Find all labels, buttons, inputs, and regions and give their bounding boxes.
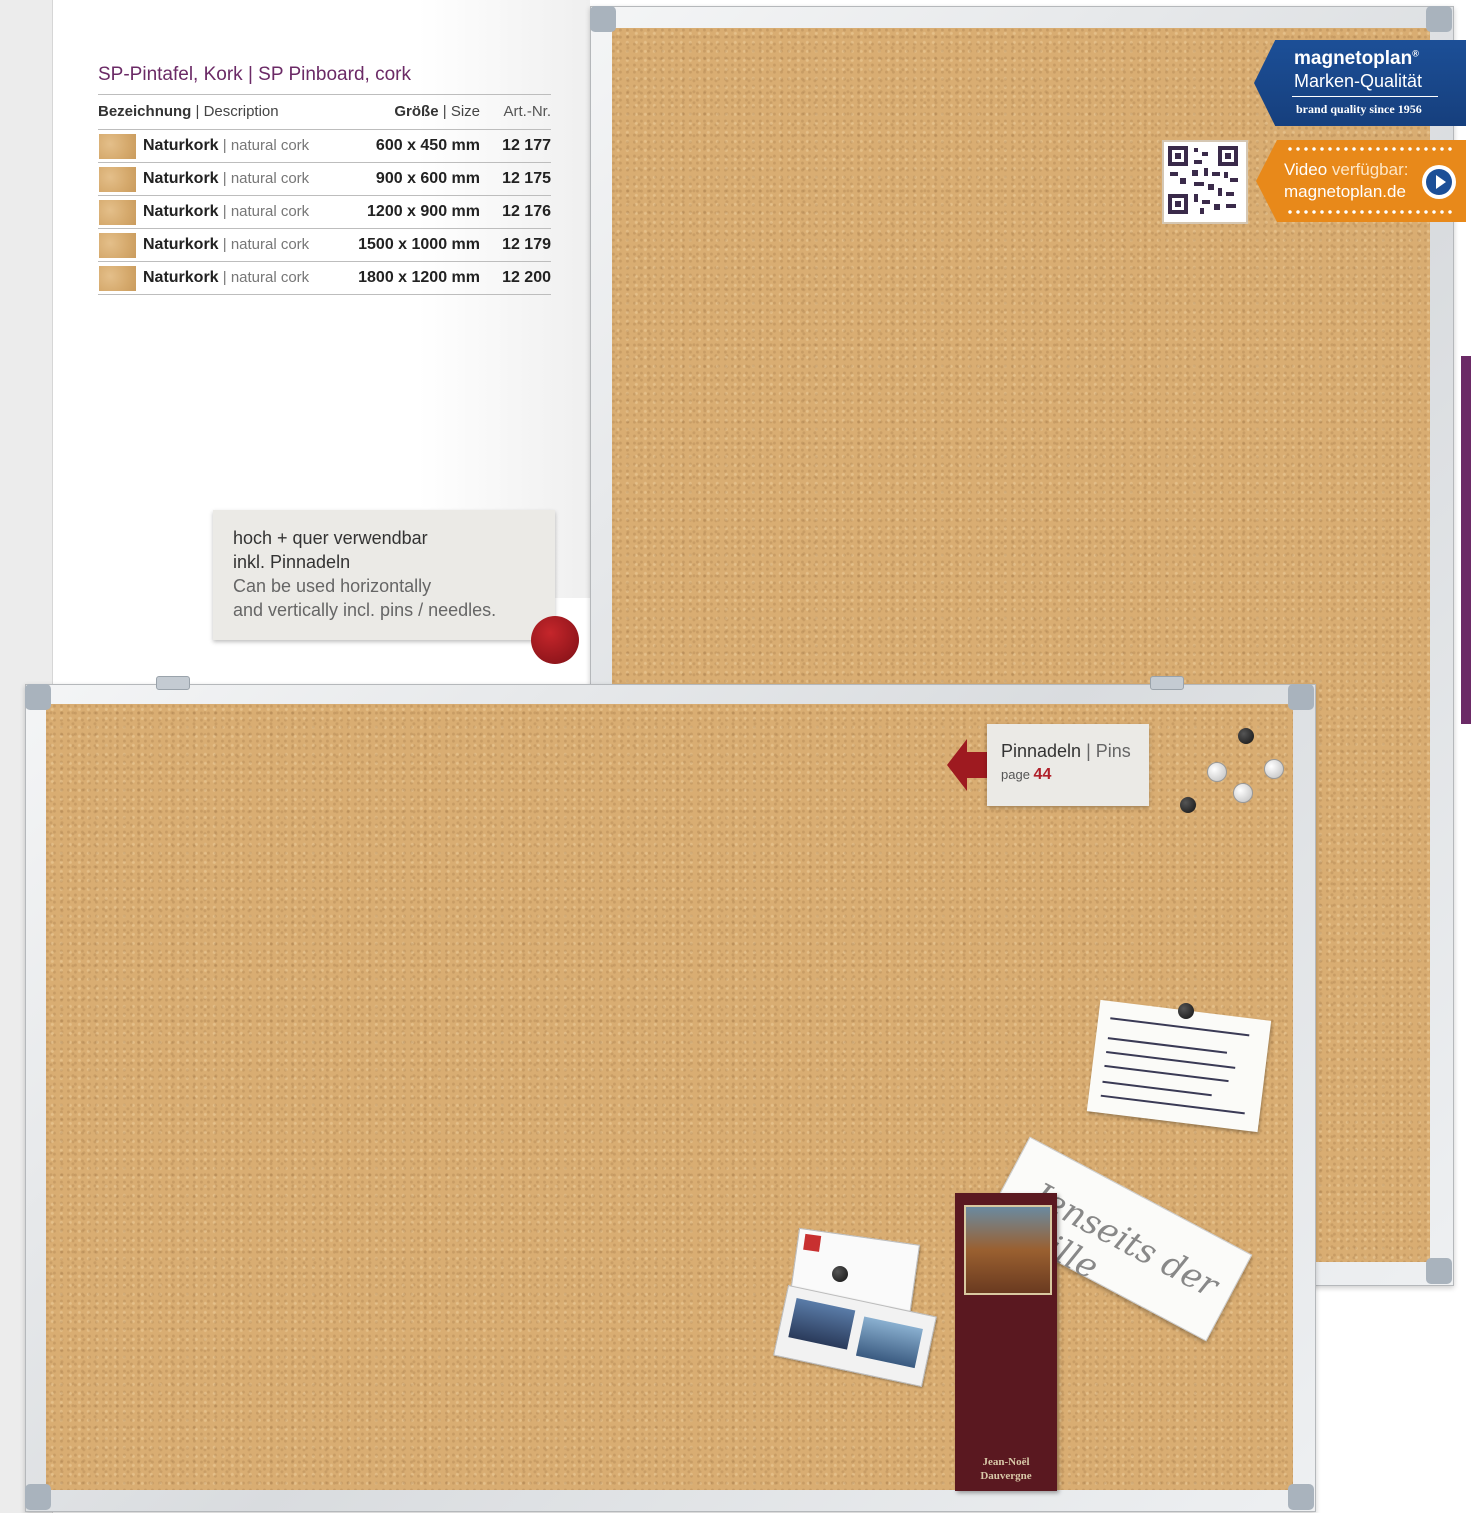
video-label: Video verfügbar: [1284,160,1409,179]
cork-swatch [99,200,136,225]
product-table: Bezeichnung | Description Größe | Size A… [98,94,551,295]
handwriting-line [1106,1051,1236,1069]
usage-note-card: hoch + quer verwendbar inkl. Pinnadeln C… [213,510,555,640]
cork-swatch [99,167,136,192]
video-site-link[interactable]: magnetoplan.de [1284,182,1406,202]
note-line-de-1: hoch + quer verwendbar [233,528,428,548]
pin-icon [1233,783,1253,803]
handwriting-line [1104,1064,1229,1083]
handwriting-line [1107,1037,1228,1054]
row-description: Naturkork | natural cork [143,269,310,286]
row-article-number: 12 175 [502,170,551,187]
pin-icon [1264,759,1284,779]
badge-divider [1292,96,1438,97]
product-title: SP-Pintafel, Kork | SP Pinboard, cork [98,64,411,86]
table-row: Naturkork | natural cork 1500 x 1000 mm … [98,229,551,262]
qr-code[interactable] [1162,140,1248,224]
table-row: Naturkork | natural cork 900 x 600 mm 12… [98,163,551,196]
row-article-number: 12 176 [502,203,551,220]
chapter-tab [1461,356,1471,724]
brand-name: magnetoplan® [1294,48,1419,69]
row-size: 1200 x 900 mm [367,203,480,220]
brand-quality-badge: magnetoplan® Marken-Qualität brand quali… [1254,40,1466,126]
background-panel [18,0,590,598]
note-line-de-2: inkl. Pinnadeln [233,552,351,572]
note-line-en-2: and vertically incl. pins / needles. [233,600,497,620]
table-row: Naturkork | natural cork 1200 x 900 mm 1… [98,196,551,229]
frame-corner [25,684,51,710]
title-en: SP Pinboard, cork [258,64,411,85]
title-de: SP-Pintafel, Kork [98,64,243,85]
row-size: 1500 x 1000 mm [358,236,480,253]
row-description: Naturkork | natural cork [143,236,310,253]
frame-corner [590,6,616,32]
row-size: 600 x 450 mm [375,137,480,154]
row-size: 900 x 600 mm [375,170,480,187]
pin-icon [1180,797,1196,813]
row-size: 1800 x 1200 mm [358,269,480,286]
note-marker-dot [531,616,579,664]
frame-corner [1426,1258,1452,1284]
handwriting-line [1110,1017,1250,1037]
pin-icon [1238,728,1254,744]
badge-dots-top [1286,147,1456,151]
header-size: Größe | Size [394,103,480,120]
table-row: Naturkork | natural cork 600 x 450 mm 12… [98,130,551,163]
bookmark: Jean-Noël Dauvergne [955,1193,1057,1491]
row-description: Naturkork | natural cork [143,170,310,187]
row-description: Naturkork | natural cork [143,137,310,154]
brand-since-label: brand quality since 1956 [1296,102,1422,116]
table-header: Bezeichnung | Description Größe | Size A… [98,94,551,130]
pins-label: Pinnadeln | Pins [1001,741,1131,761]
table-row: Naturkork | natural cork 1800 x 1200 mm … [98,262,551,295]
frame-corner [25,1484,51,1510]
header-description: Bezeichnung | Description [98,103,279,120]
frame-corner [1288,684,1314,710]
badge-dots-bottom [1286,210,1456,214]
postcard-photo [788,1298,856,1350]
note-line-en-1: Can be used horizontally [233,576,432,596]
cork-swatch [99,266,136,291]
title-separator: | [242,64,259,85]
handwritten-note [1086,999,1272,1133]
postcard-photo [855,1316,923,1369]
cork-swatch [99,134,136,159]
frame-corner [1426,6,1452,32]
card-logo-icon [803,1233,822,1252]
pin-icon [1178,1003,1194,1019]
row-article-number: 12 200 [502,269,551,286]
handwriting-line [1100,1094,1245,1115]
frame-corner [1288,1484,1314,1510]
row-description: Naturkork | natural cork [143,203,310,220]
row-article-number: 12 179 [502,236,551,253]
bookmark-photo [964,1205,1052,1295]
pin-icon [1207,762,1227,782]
row-article-number: 12 177 [502,137,551,154]
pin-icon [832,1266,848,1282]
mounting-clip [1150,676,1184,690]
cork-swatch [99,233,136,258]
bookmark-author: Jean-Noël Dauvergne [980,1456,1032,1482]
handwriting-line [1102,1080,1212,1097]
mounting-clip [156,676,190,690]
qr-code-pattern [1168,146,1238,214]
header-article-number: Art.-Nr. [503,103,552,120]
pins-page-ref: page 44 [1001,766,1052,783]
pins-reference-card[interactable]: Pinnadeln | Pins page 44 [987,724,1149,806]
play-icon[interactable] [1422,165,1456,199]
brand-quality-label: Marken-Qualität [1294,71,1423,91]
